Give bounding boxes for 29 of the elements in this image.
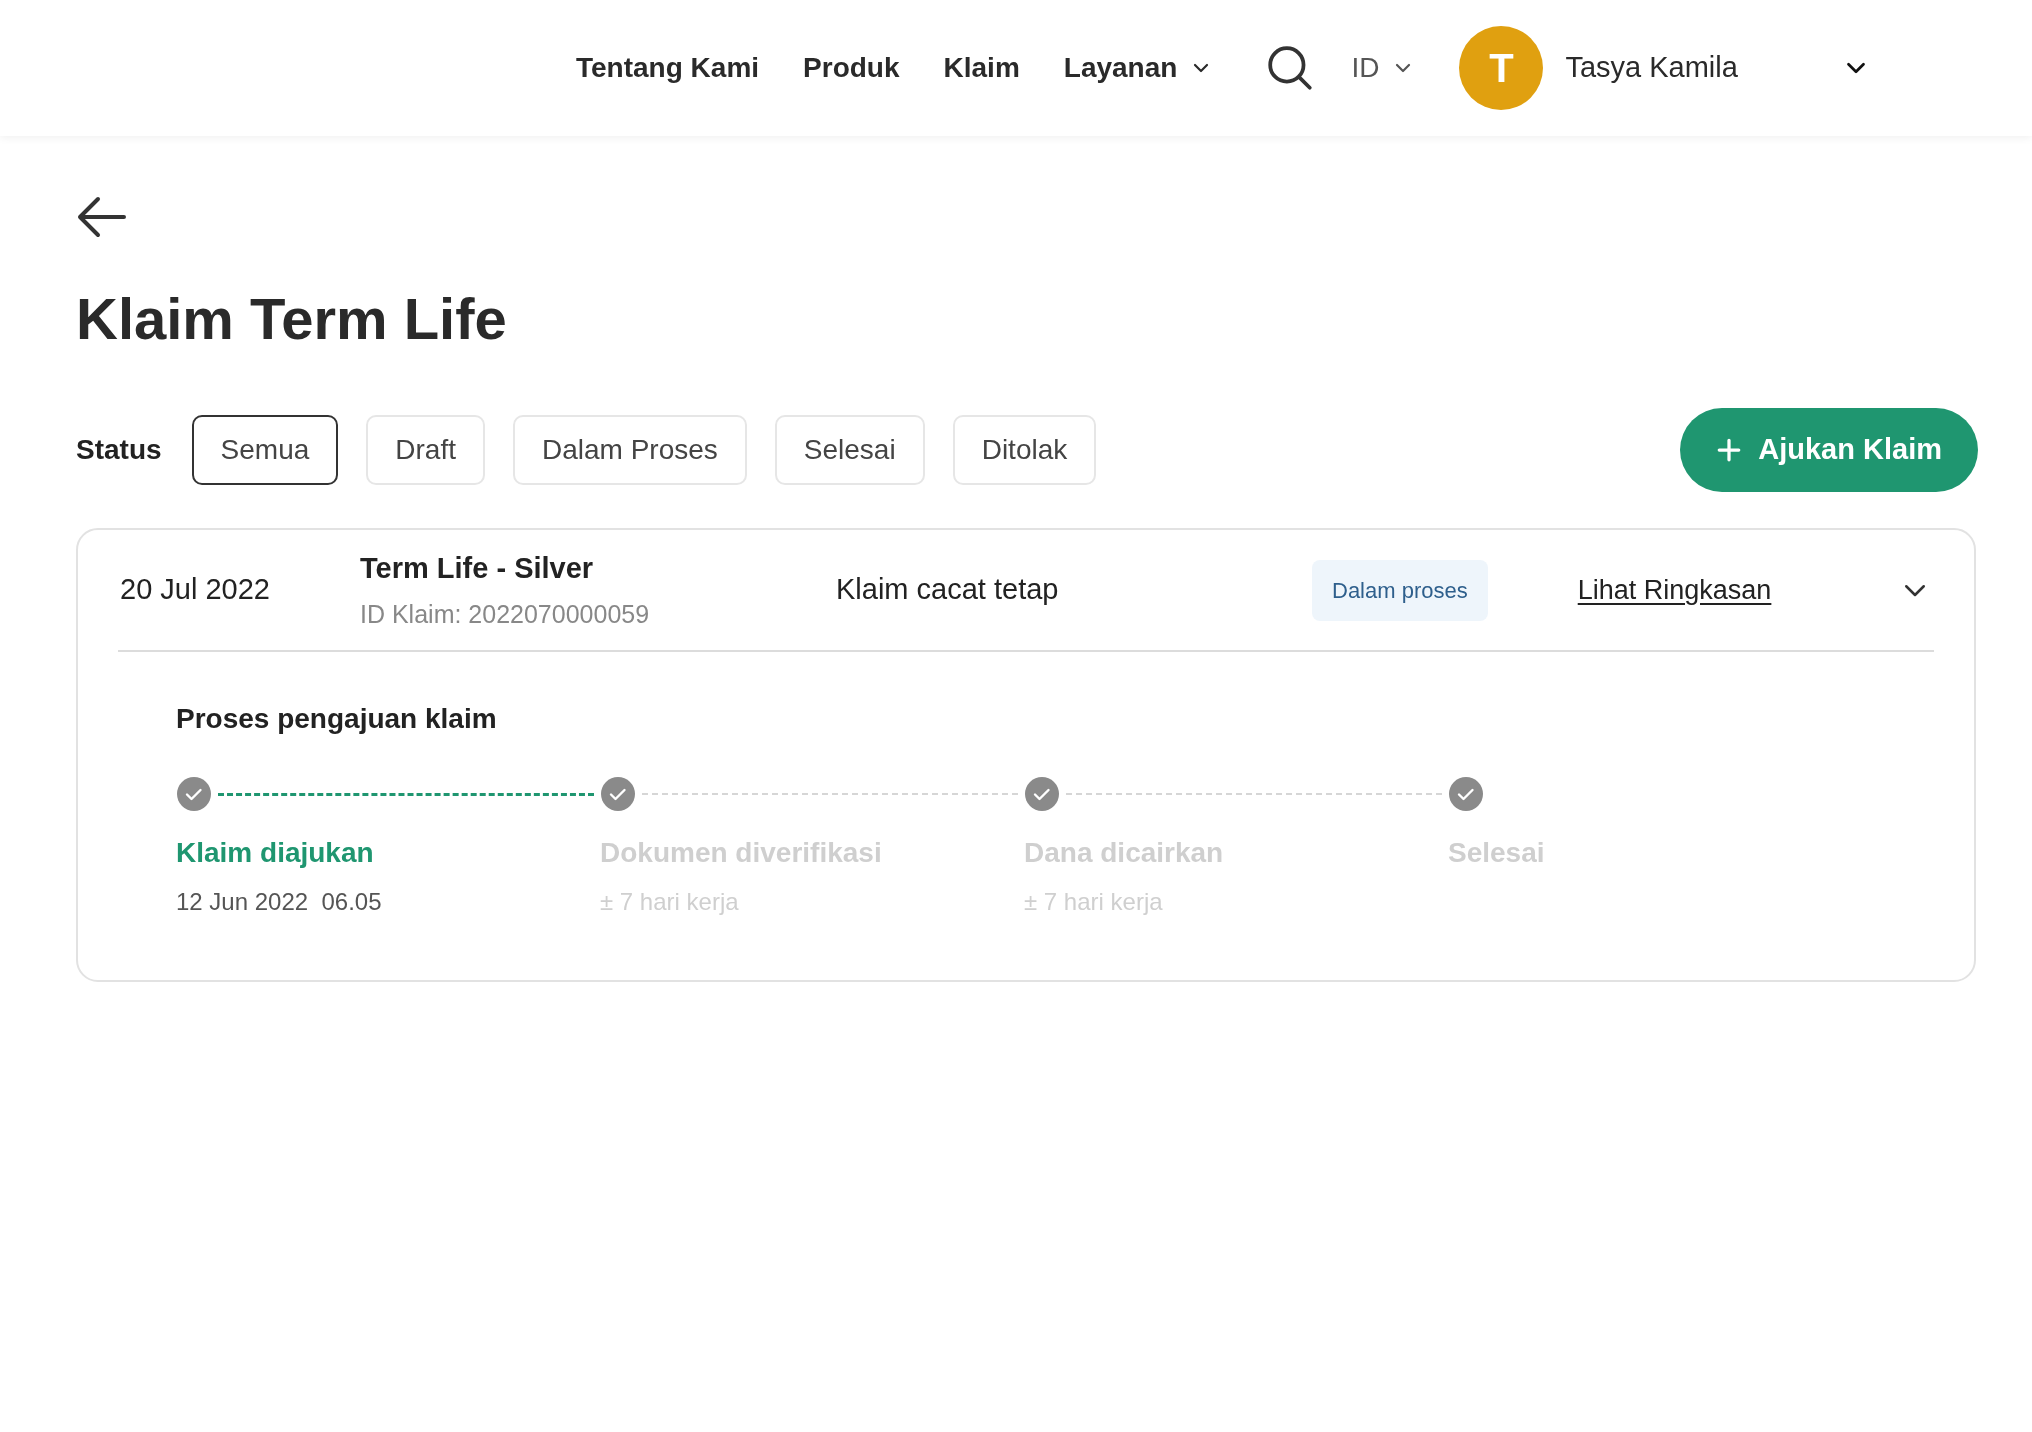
check-icon: [1024, 776, 1060, 812]
step-label: Klaim diajukan: [176, 836, 375, 870]
status-badge: Dalam proses: [1312, 559, 1488, 621]
nav-link[interactable]: Tentang Kami: [576, 47, 760, 89]
language-selector[interactable]: ID: [1351, 47, 1416, 89]
view-summary-link[interactable]: Lihat Ringkasan: [1577, 569, 1772, 611]
filter-chip[interactable]: Selesai: [774, 415, 925, 485]
back-arrow-icon[interactable]: [76, 194, 128, 240]
claim-date: 20 Jul 2022: [120, 572, 271, 608]
check-icon: [176, 776, 212, 812]
nav-link[interactable]: Produk: [803, 47, 900, 89]
process-title: Proses pengajuan klaim: [176, 702, 498, 736]
filter-chip[interactable]: Draft: [366, 415, 485, 485]
claim-id: ID Klaim: 2022070000059: [360, 599, 651, 630]
product-name: Term Life - Silver: [360, 550, 595, 586]
page-title: Klaim Term Life: [76, 290, 508, 348]
claim-type: Klaim cacat tetap: [836, 572, 1060, 608]
check-icon: [1448, 776, 1484, 812]
check-icon: [600, 776, 636, 812]
step-detail: 12 Jun 2022 06.05: [176, 887, 383, 917]
user-name[interactable]: Tasya Kamila: [1565, 46, 1806, 90]
filter-chip[interactable]: Ditolak: [952, 415, 1097, 485]
filter-chip[interactable]: Dalam Proses: [513, 415, 747, 485]
plus-icon: [1716, 437, 1743, 463]
nav-link[interactable]: Klaim: [943, 47, 1020, 89]
filter-label: Status: [76, 433, 162, 467]
filter-chip[interactable]: Semua: [191, 415, 339, 485]
nav-link[interactable]: Layanan: [1063, 47, 1214, 89]
submit-claim-button[interactable]: Ajukan Klaim: [1680, 408, 1978, 492]
